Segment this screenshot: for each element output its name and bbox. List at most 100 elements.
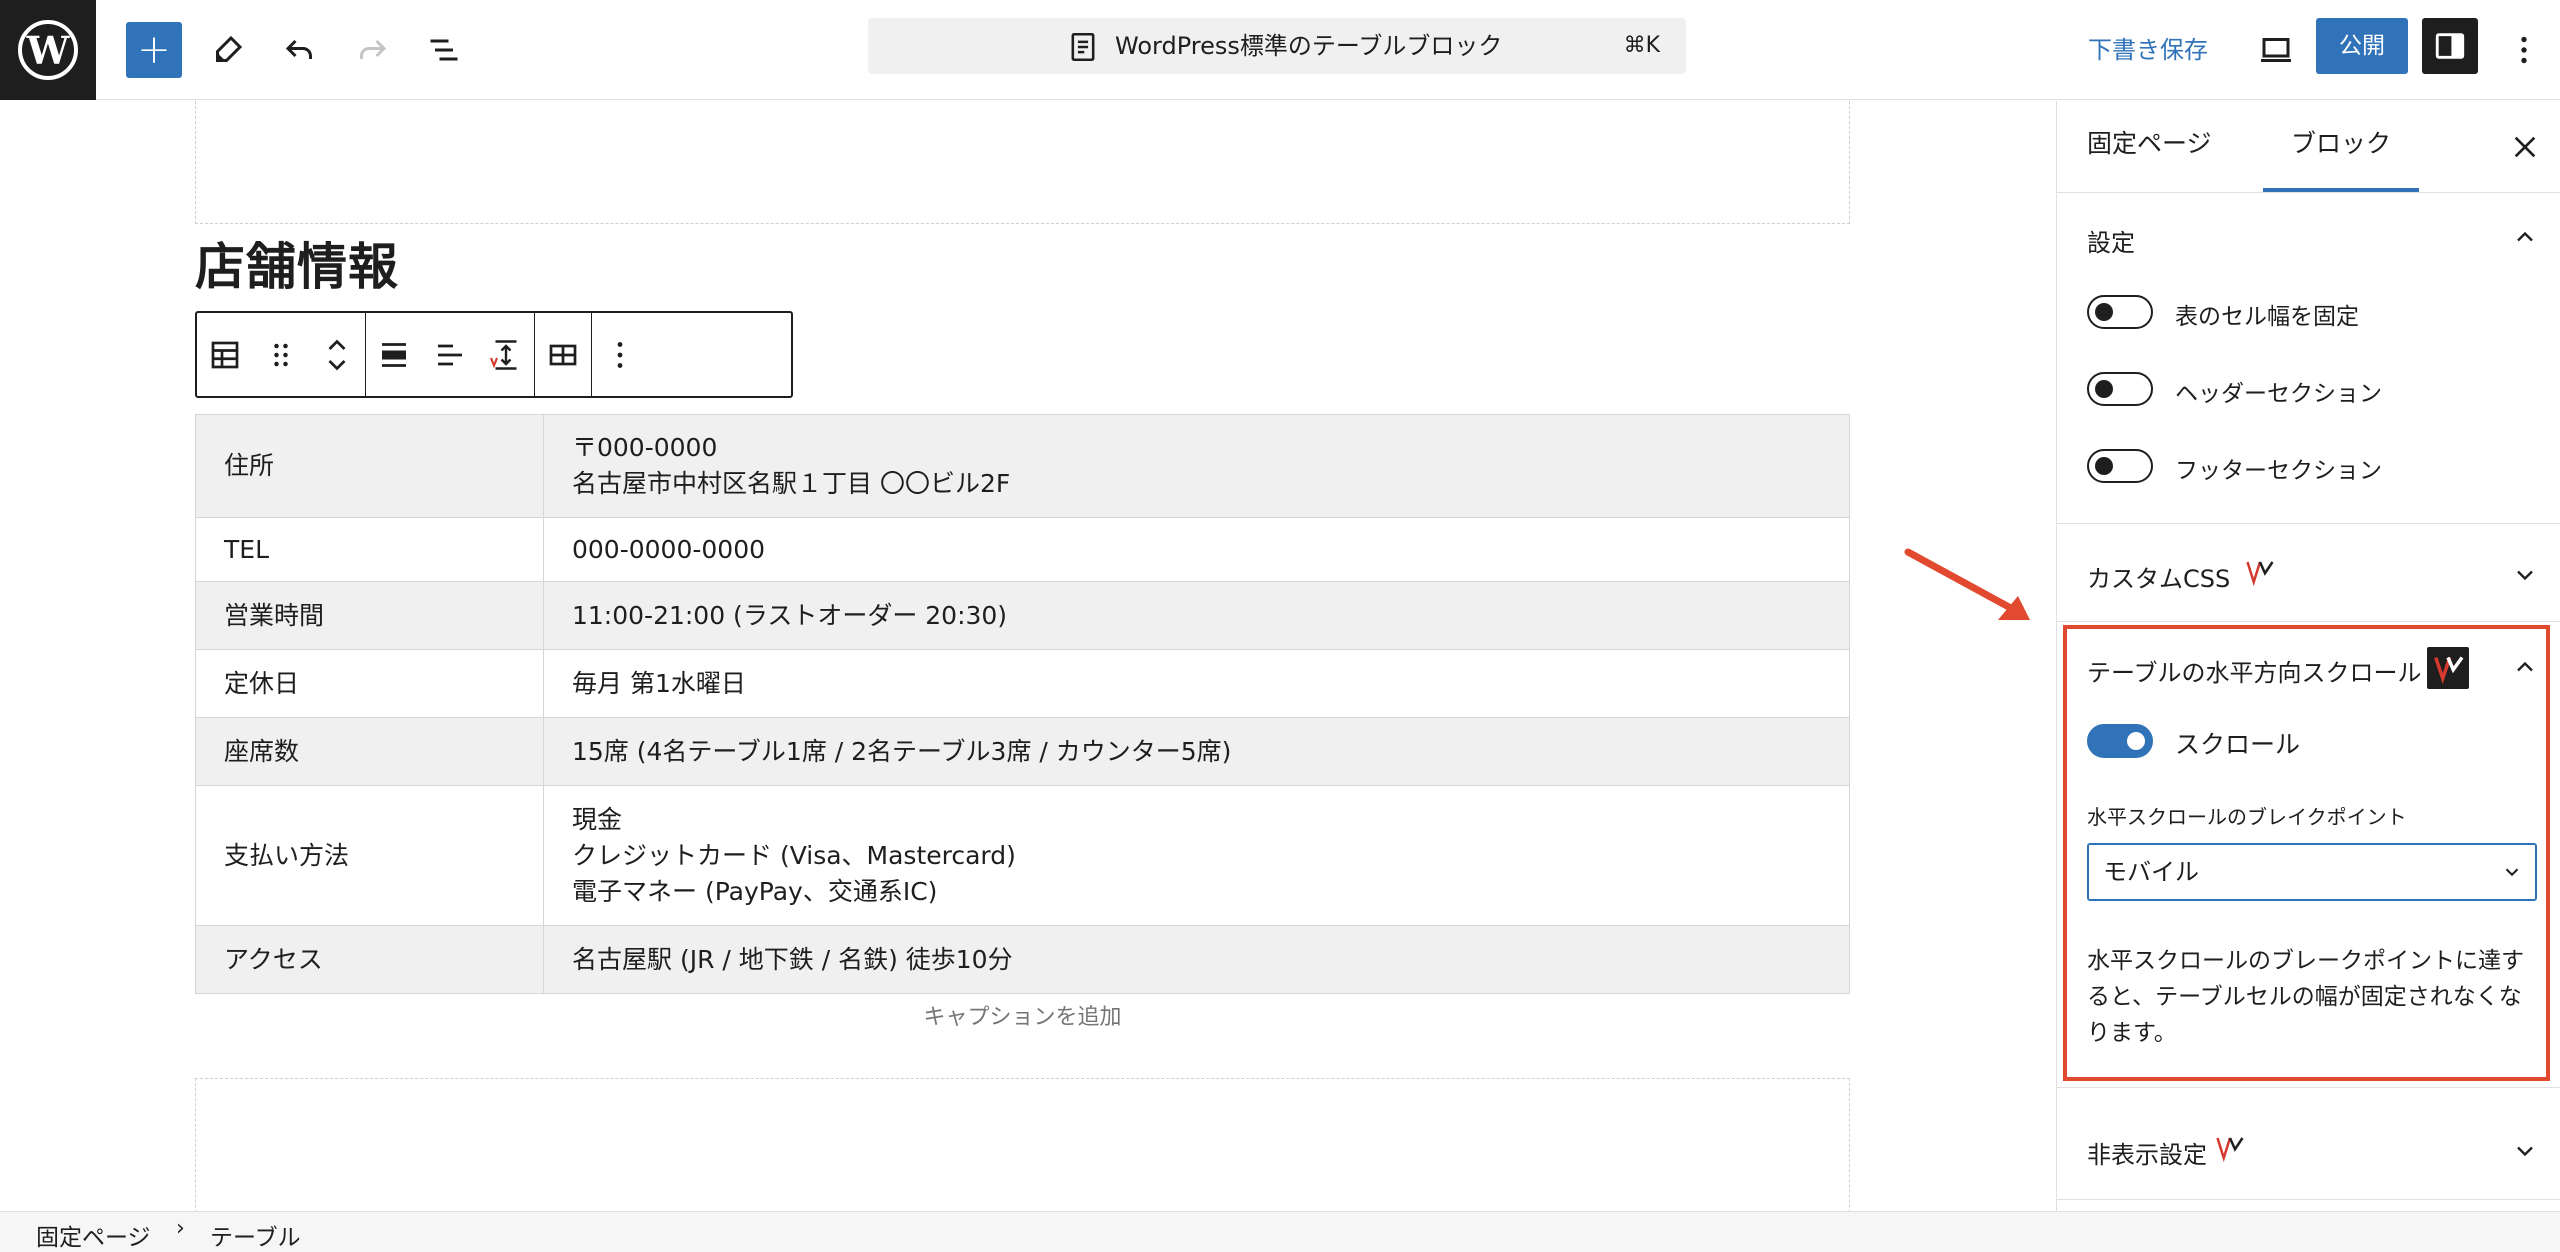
align-wide-icon <box>382 342 406 367</box>
undo-icon <box>285 39 312 59</box>
vk-spacing-icon <box>490 339 517 370</box>
preview-button[interactable] <box>2248 22 2304 78</box>
table-icon <box>211 341 239 368</box>
vk-logo-icon <box>2246 561 2274 587</box>
table-cell-key[interactable]: 定休日 <box>195 649 544 718</box>
empty-block-bottom[interactable] <box>195 1078 1850 1211</box>
chevron-down-icon[interactable] <box>2511 1137 2539 1165</box>
table-row: 営業時間 11:00-21:00 (ラストオーダー 20:30) <box>195 581 1850 650</box>
editor-canvas: 店舗情報 住所 〒000-0000 名古屋市中村区名駅１丁目 〇〇ビル2F TE… <box>0 101 2056 1211</box>
breadcrumb-separator: › <box>176 1216 185 1241</box>
table-cell-value[interactable]: 000-0000-0000 <box>543 517 1850 582</box>
table-row: 支払い方法 現金クレジットカード (Visa、Mastercard) 電子マネー … <box>195 785 1850 926</box>
highlight-annotation-box <box>2063 625 2550 1081</box>
store-info-table[interactable]: 住所 〒000-0000 名古屋市中村区名駅１丁目 〇〇ビル2F TEL 000-… <box>195 414 1850 994</box>
breadcrumb-item-table[interactable]: テーブル <box>210 1218 301 1252</box>
options-button[interactable] <box>2496 22 2552 78</box>
hide-settings-panel-title[interactable]: 非表示設定 <box>2087 1135 2207 1170</box>
list-view-icon <box>430 39 458 61</box>
vk-height-button[interactable] <box>478 313 534 396</box>
table-cell-value[interactable]: 〒000-0000 名古屋市中村区名駅１丁目 〇〇ビル2F <box>543 414 1850 518</box>
add-block-button[interactable]: + <box>126 22 182 78</box>
table-cell-value[interactable]: 名古屋駅 (JR / 地下鉄 / 名鉄) 徒歩10分 <box>543 925 1850 994</box>
table-edit-icon <box>549 344 577 365</box>
top-toolbar: W + WordPress標準のテーブルブロック ⌘K 下書き保存 公開 <box>0 0 2560 100</box>
table-cell-key[interactable]: 住所 <box>195 414 544 518</box>
list-view-button[interactable] <box>416 22 472 78</box>
toggle-footer-section[interactable] <box>2087 449 2153 483</box>
chevron-down-icon[interactable] <box>2511 561 2539 589</box>
breadcrumb: 固定ページ › テーブル <box>0 1211 2560 1252</box>
settings-panel-title[interactable]: 設定 <box>2087 223 2135 258</box>
toggle-header-section[interactable] <box>2087 372 2153 406</box>
settings-toggle-button[interactable] <box>2422 18 2478 74</box>
table-cell-key[interactable]: TEL <box>195 517 544 582</box>
table-row: アクセス 名古屋駅 (JR / 地下鉄 / 名鉄) 徒歩10分 <box>195 925 1850 994</box>
more-vertical-icon <box>2521 36 2527 64</box>
tab-block[interactable]: ブロック <box>2263 101 2419 192</box>
publish-button[interactable]: 公開 <box>2316 18 2408 74</box>
divider <box>2057 1087 2560 1088</box>
more-vertical-icon <box>617 341 623 368</box>
cell-line: 現金 <box>572 804 623 834</box>
chevron-up-icon[interactable] <box>2511 223 2539 251</box>
tab-page[interactable]: 固定ページ <box>2087 101 2212 193</box>
table-cell-key[interactable]: 支払い方法 <box>195 785 544 926</box>
block-toolbar-group-3 <box>535 313 592 396</box>
table-block-button[interactable] <box>197 313 253 396</box>
change-column-alignment-button[interactable] <box>422 313 478 396</box>
table-cell-key[interactable]: 営業時間 <box>195 581 544 650</box>
cell-line: 電子マネー (PayPay、交通系IC) <box>572 876 938 906</box>
block-toolbar-group-2 <box>366 313 535 396</box>
edit-table-button[interactable] <box>535 313 591 396</box>
table-row: TEL 000-0000-0000 <box>195 517 1850 582</box>
toggle-label: ヘッダーセクション <box>2175 381 2382 407</box>
table-row: 住所 〒000-0000 名古屋市中村区名駅１丁目 〇〇ビル2F <box>195 414 1850 518</box>
sidebar-tabs: 固定ページ ブロック <box>2057 101 2560 193</box>
command-palette-button[interactable]: WordPress標準のテーブルブロック ⌘K <box>868 18 1686 74</box>
change-alignment-button[interactable] <box>366 313 422 396</box>
toggle-label: 表のセル幅を固定 <box>2175 304 2359 330</box>
desktop-preview-icon <box>2261 38 2291 62</box>
block-options-button[interactable] <box>592 313 648 396</box>
pen-icon <box>216 35 243 62</box>
cell-line: クレジットカード (Visa、Mastercard) <box>572 840 1016 870</box>
table-row: 定休日 毎月 第1水曜日 <box>195 649 1850 718</box>
cell-line: 〒000-0000 <box>572 433 718 462</box>
vk-logo-icon <box>2216 1137 2244 1163</box>
move-up-down-button[interactable] <box>309 313 365 396</box>
redo-button[interactable] <box>344 22 400 78</box>
table-caption-placeholder[interactable]: キャプションを追加 <box>195 999 1850 1031</box>
divider <box>2057 621 2560 622</box>
custom-css-panel-title[interactable]: カスタムCSS <box>2087 559 2230 594</box>
page-heading[interactable]: 店舗情報 <box>195 227 399 299</box>
document-icon <box>1071 33 1095 61</box>
red-arrow-annotation <box>1904 548 2030 620</box>
table-cell-key[interactable]: 座席数 <box>195 717 544 786</box>
toggle-fixed-cell-width[interactable] <box>2087 295 2153 329</box>
table-cell-key[interactable]: アクセス <box>195 925 544 994</box>
table-cell-value[interactable]: 15席 (4名テーブル1席 / 2名テーブル3席 / カウンター5席) <box>543 717 1850 786</box>
tools-button[interactable] <box>200 22 256 78</box>
block-toolbar-group-1 <box>197 313 366 396</box>
align-left-icon <box>438 344 462 365</box>
table-row: 座席数 15席 (4名テーブル1席 / 2名テーブル3席 / カウンター5席) <box>195 717 1850 786</box>
divider <box>2057 1199 2560 1200</box>
chevron-up-down-icon <box>328 339 346 370</box>
block-toolbar <box>195 311 793 398</box>
table-cell-value[interactable]: 現金クレジットカード (Visa、Mastercard) 電子マネー (PayPa… <box>543 785 1850 926</box>
empty-block-top[interactable] <box>195 101 1850 224</box>
wordpress-logo[interactable]: W <box>0 0 96 100</box>
table-cell-value[interactable]: 11:00-21:00 (ラストオーダー 20:30) <box>543 581 1850 650</box>
undo-button[interactable] <box>272 22 328 78</box>
table-cell-value[interactable]: 毎月 第1水曜日 <box>543 649 1850 718</box>
drag-handle[interactable] <box>253 313 309 396</box>
close-icon[interactable] <box>2509 131 2541 163</box>
divider <box>2057 523 2560 524</box>
block-toolbar-group-4 <box>592 313 648 396</box>
drag-handle-icon <box>274 343 288 366</box>
shortcut-hint: ⌘K <box>1623 33 1660 58</box>
breadcrumb-item-page[interactable]: 固定ページ <box>36 1218 151 1252</box>
redo-icon <box>360 39 387 59</box>
save-draft-button[interactable]: 下書き保存 <box>2088 22 2208 78</box>
